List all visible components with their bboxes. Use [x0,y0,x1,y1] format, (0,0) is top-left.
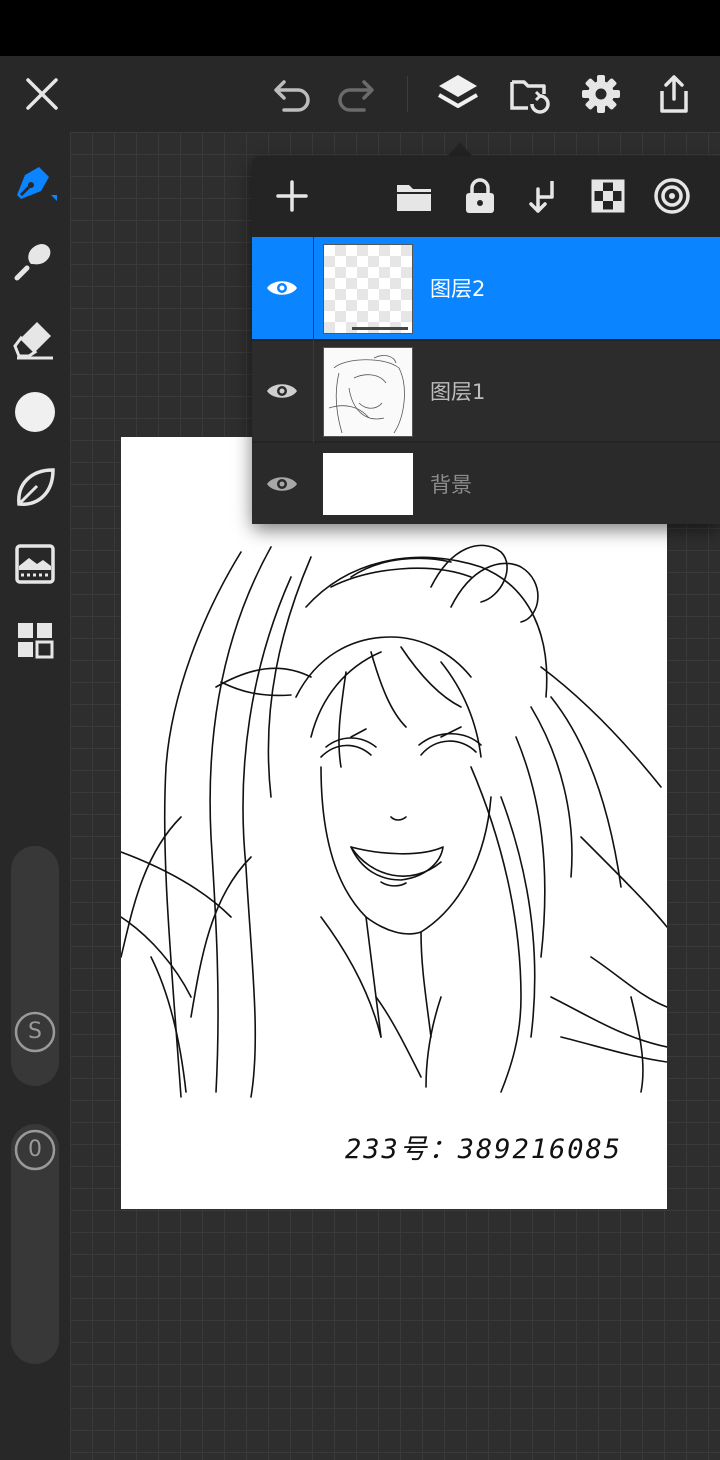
eye-icon [267,476,297,491]
smudge-icon [14,244,51,281]
canvas-caption: 233号：389216085 [345,1134,623,1165]
background-layer-name: 背景 [430,472,472,497]
layer-eye-divider [313,237,314,443]
eye-icon [267,281,297,295]
undo-icon [274,80,310,112]
opacity-thumb[interactable]: 0 [13,1128,57,1172]
layers-button[interactable] [428,56,488,132]
status-bar [0,0,720,56]
pen-icon [17,167,57,201]
eye-icon [267,384,297,398]
close-icon [26,78,58,110]
import-button[interactable] [500,56,560,132]
blend-mode-button[interactable] [644,168,700,224]
grid-icon [18,623,54,659]
brush-size-slider[interactable]: S [11,846,59,1086]
new-folder-button[interactable] [386,168,442,224]
undo-button[interactable] [262,56,322,132]
shape-icon [17,468,55,506]
redo-icon [338,80,374,112]
background-thumbnail [323,453,413,515]
layers-panel-caret [448,142,472,156]
folder-icon [397,185,431,211]
image-icon [15,544,55,584]
lock-layer-button[interactable] [452,168,508,224]
brush-size-label: S [28,1019,42,1044]
merge-down-button[interactable] [516,168,572,224]
lineart-drawing [121,544,667,1098]
import-icon [510,80,550,114]
blend-icon [654,178,690,214]
grid-tool[interactable] [0,610,70,670]
layer1-name: 图层1 [430,380,486,404]
layer1-thumbnail [323,347,413,437]
layer-row-layer2[interactable]: 图层2 [252,237,720,339]
opacity-slider[interactable]: 0 [11,1124,59,1364]
opacity-label: 0 [28,1137,42,1162]
layers-panel: 图层2 图层1 背景 [252,156,720,524]
layer1-visibility-toggle[interactable] [252,341,312,441]
alpha-lock-icon [591,179,625,213]
alpha-lock-button[interactable] [580,168,636,224]
shape-tool[interactable] [0,458,70,518]
lock-icon [466,178,494,213]
close-button[interactable] [12,56,72,132]
layer-row-background[interactable]: 背景 [252,443,720,524]
redo-button[interactable] [326,56,386,132]
layer2-name: 图层2 [430,277,486,301]
pen-tool[interactable] [0,154,70,214]
merge-down-icon [529,181,554,213]
layer2-thumbnail [323,244,413,334]
color-swatch [15,392,55,432]
image-tool[interactable] [0,534,70,594]
layer1-thumbnail-sketch [328,355,405,434]
smudge-tool[interactable] [0,230,70,290]
brush-size-thumb[interactable]: S [13,1010,57,1054]
share-icon [660,75,688,113]
drawing-canvas[interactable]: 233号：389216085 [121,437,667,1209]
share-button[interactable] [644,56,704,132]
layer2-thumbnail-mark [352,327,408,330]
tool-sidebar: S 0 [0,132,70,1460]
add-icon [276,180,308,212]
add-layer-button[interactable] [264,168,320,224]
layer-row-layer1[interactable]: 图层1 [252,341,720,441]
color-picker[interactable] [0,382,70,442]
toolbar-separator [407,76,408,112]
settings-icon [582,75,620,113]
layer2-visibility-toggle[interactable] [252,237,312,339]
settings-button[interactable] [571,56,631,132]
layers-icon [437,75,479,108]
eraser-tool[interactable] [0,308,70,368]
background-visibility-toggle[interactable] [252,443,312,524]
top-toolbar [0,56,720,132]
eraser-icon [13,322,53,360]
